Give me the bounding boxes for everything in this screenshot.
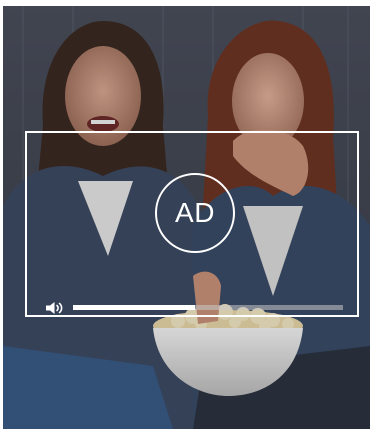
volume-button[interactable] <box>45 301 65 315</box>
ad-progress-fill <box>73 305 195 310</box>
volume-icon <box>46 302 63 314</box>
ad-badge[interactable]: AD <box>155 173 235 253</box>
ad-progress-bar[interactable] <box>73 305 343 310</box>
ad-badge-label: AD <box>175 197 215 228</box>
ad-video-frame[interactable]: AD <box>3 6 370 429</box>
ad-overlay-frame: AD <box>25 131 359 317</box>
